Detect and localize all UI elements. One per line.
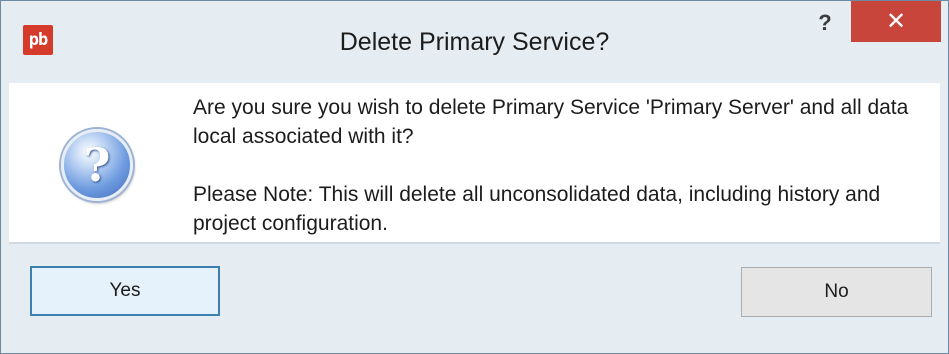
title-bar[interactable]: pb Delete Primary Service? ? ✕ bbox=[1, 1, 948, 83]
no-button[interactable]: No bbox=[741, 267, 932, 317]
dialog-window: pb Delete Primary Service? ? ✕ ? Are you… bbox=[0, 0, 949, 354]
close-icon: ✕ bbox=[885, 8, 907, 35]
question-icon: ? bbox=[61, 129, 133, 201]
confirm-message: Are you sure you wish to delete Primary … bbox=[193, 96, 909, 148]
message-text: Are you sure you wish to delete Primary … bbox=[193, 93, 933, 238]
yes-button[interactable]: Yes bbox=[30, 266, 220, 316]
message-area: ? Are you sure you wish to delete Primar… bbox=[9, 83, 940, 244]
note-message: Please Note: This will delete all uncons… bbox=[193, 183, 881, 235]
close-button[interactable]: ✕ bbox=[851, 1, 941, 42]
help-button[interactable]: ? bbox=[803, 1, 847, 45]
